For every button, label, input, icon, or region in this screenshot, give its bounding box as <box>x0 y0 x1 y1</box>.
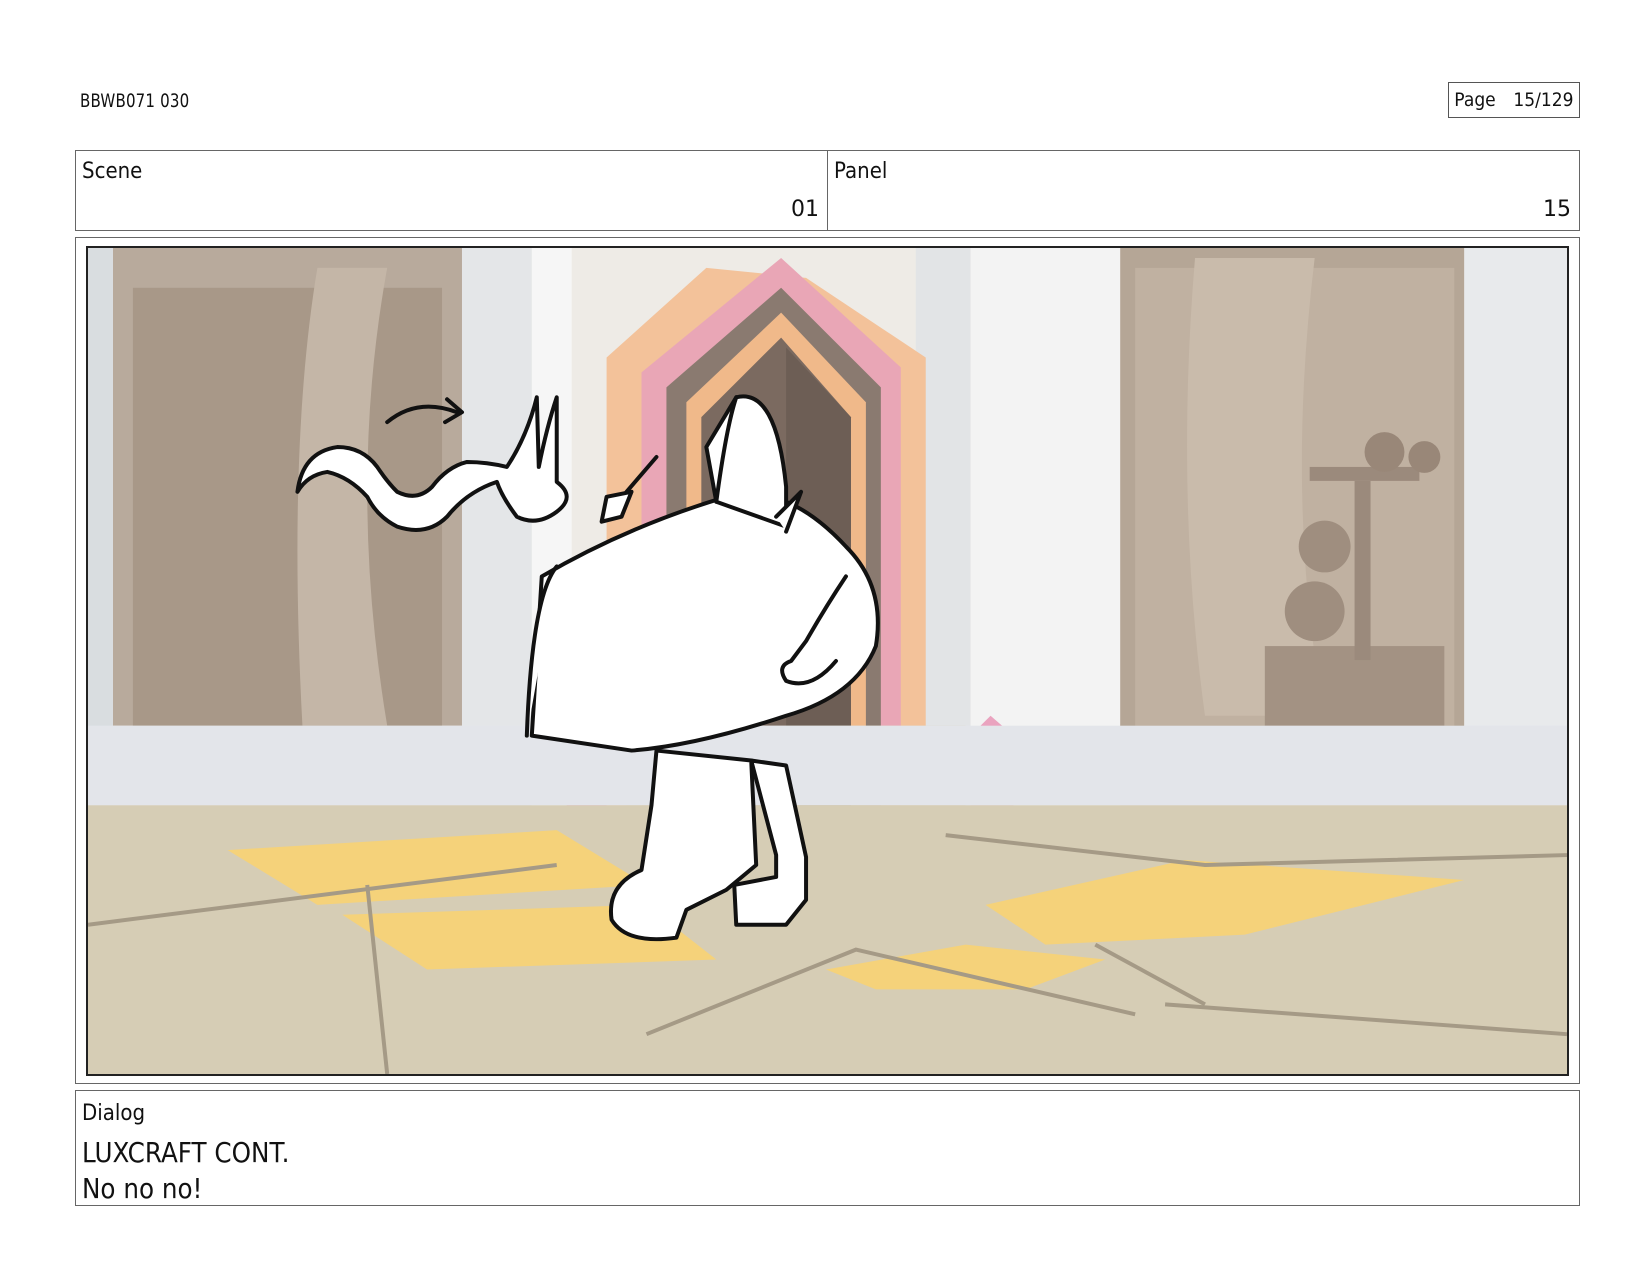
page-indicator: Page 15/129 <box>1448 82 1580 118</box>
page-number: 15/129 <box>1512 89 1574 111</box>
panel-label: Panel <box>834 159 888 184</box>
dialog-box: Dialog LUXCRAFT CONT. No no no! <box>75 1090 1580 1206</box>
page-label: Page <box>1453 89 1496 111</box>
scene-label: Scene <box>82 159 143 184</box>
scene-number: 01 <box>791 197 819 222</box>
dialog-label: Dialog <box>82 1101 146 1126</box>
dialog-speaker: LUXCRAFT CONT. <box>82 1136 290 1169</box>
scene-cell: Scene 01 <box>76 151 827 230</box>
document-id: BBWB071 030 <box>80 90 190 112</box>
storyboard-illustration <box>88 248 1567 1074</box>
storyboard-drawing <box>86 246 1569 1076</box>
storyboard-frame <box>75 237 1580 1084</box>
panel-number: 15 <box>1543 197 1571 222</box>
scene-panel-row: Scene 01 Panel 15 <box>75 150 1580 231</box>
dialog-text: LUXCRAFT CONT. No no no! <box>82 1135 289 1207</box>
panel-cell: Panel 15 <box>827 151 1579 230</box>
dialog-line: No no no! <box>82 1172 203 1205</box>
